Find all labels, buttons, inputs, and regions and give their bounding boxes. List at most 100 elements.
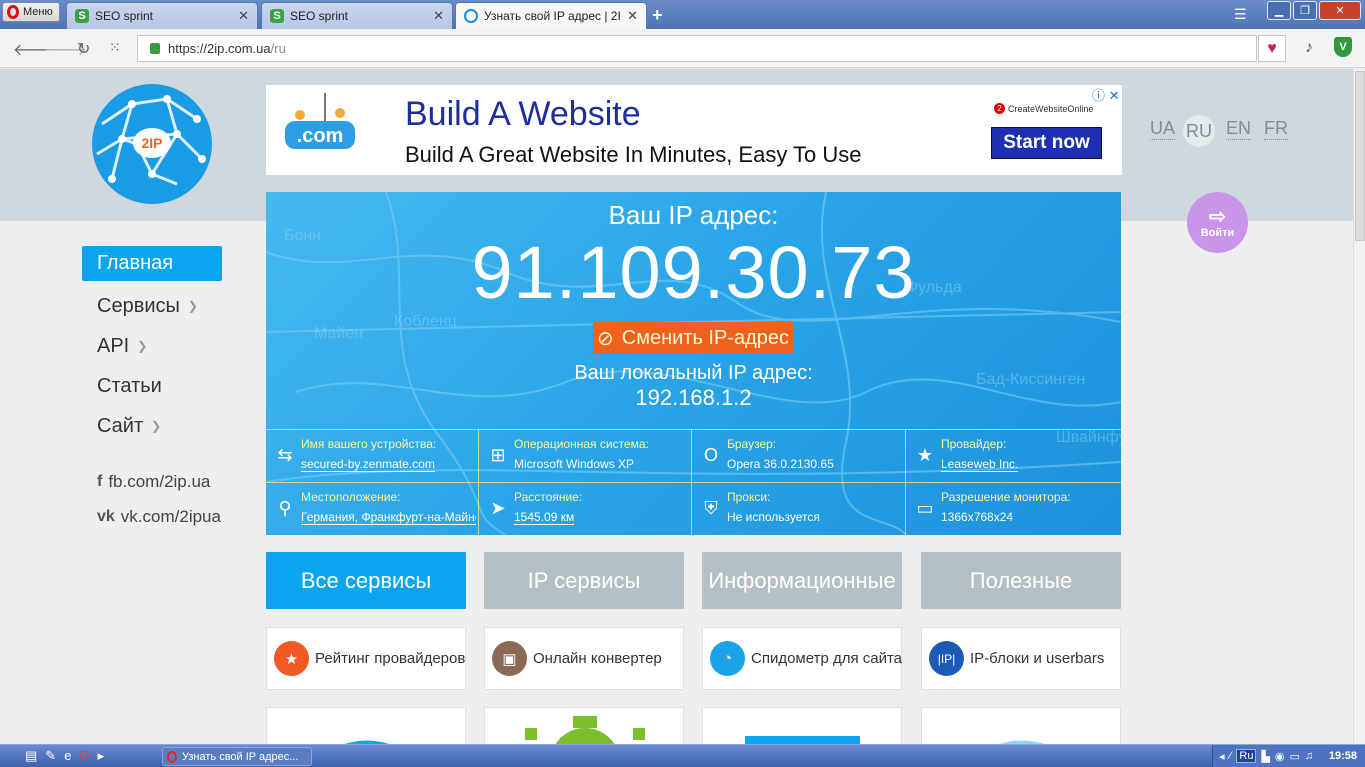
tab-menu-icon[interactable]: ☰ <box>1234 6 1247 23</box>
lang-fr[interactable]: FR <box>1264 118 1288 140</box>
service-card-partial[interactable] <box>484 707 684 744</box>
info-value: Не используется <box>727 510 820 524</box>
info-value: Opera 36.0.2130.65 <box>727 457 834 471</box>
tab-ip-services[interactable]: IP сервисы <box>484 552 684 609</box>
social-label: fb.com/2ip.ua <box>108 471 211 491</box>
close-window-icon[interactable]: ✕ <box>1319 1 1361 20</box>
new-tab-plus-icon[interactable]: + <box>652 5 663 26</box>
reload-icon[interactable]: ↻ <box>77 39 90 59</box>
task-label: Узнать свой IP адрес... <box>182 750 299 763</box>
tab-2ip[interactable]: Узнать свой IP адрес | 2IP.ua ✕ <box>455 2 647 29</box>
info-value[interactable]: Германия, Франкфурт-на-Майне <box>301 510 476 525</box>
tab-seo-sprint-2[interactable]: S SEO sprint ✕ <box>261 2 453 29</box>
ad-subtitle: Build A Great Website In Minutes, Easy T… <box>405 142 862 167</box>
tools-icon[interactable]: ✎ <box>45 748 56 764</box>
info-value[interactable]: secured-by.zenmate.com <box>301 457 435 472</box>
device-icon: ⇆ <box>277 444 293 465</box>
opera-menu-button[interactable]: Меню <box>2 2 60 22</box>
service-label: Спидометр для сайта <box>751 650 903 667</box>
desktop-icon[interactable]: ▤ <box>25 748 37 764</box>
ad-close-icon[interactable]: ⓘ ✕ <box>1092 85 1120 104</box>
nav-api[interactable]: API ❯ <box>82 326 252 366</box>
location-pin-icon: ⚲ <box>278 497 292 518</box>
info-label: Расстояние: <box>514 490 583 504</box>
service-card-converter[interactable]: ▣ Онлайн конвертер <box>484 627 684 690</box>
nav-home[interactable]: Главная <box>82 246 222 281</box>
network-icon[interactable]: ▙ <box>1261 750 1269 763</box>
extension-icon[interactable]: ♪ <box>1305 39 1313 57</box>
tab-useful[interactable]: Полезные <box>921 552 1121 609</box>
minimize-icon[interactable]: ▁ <box>1267 1 1291 20</box>
svg-text:Кобленц: Кобленц <box>394 313 457 330</box>
tab-label: SEO sprint <box>290 9 349 23</box>
service-card-partial[interactable] <box>266 707 466 744</box>
service-thumb <box>344 740 390 744</box>
menu-label: Меню <box>23 6 53 18</box>
opera-taskbar-icon[interactable]: O <box>79 748 89 764</box>
language-indicator[interactable]: Ru <box>1236 749 1257 763</box>
info-device: ⇆ Имя вашего устройства: secured-by.zenm… <box>266 429 479 482</box>
chevron-down-icon: ❯ <box>187 299 198 313</box>
volume-icon[interactable]: ♫ <box>1305 750 1313 762</box>
bookmark-heart-icon[interactable]: ♥ <box>1258 35 1286 62</box>
close-tab-icon[interactable]: ✕ <box>627 8 638 24</box>
lang-en[interactable]: EN <box>1226 118 1252 140</box>
login-button[interactable]: ⇨ Войти <box>1187 192 1248 253</box>
service-card-partial[interactable] <box>702 707 902 744</box>
service-card-partial[interactable] <box>921 707 1121 744</box>
url-path: /ru <box>270 41 286 56</box>
close-tab-icon[interactable]: ✕ <box>238 8 249 24</box>
service-card-ip-blocks[interactable]: |IP| IP-блоки и userbars <box>921 627 1121 690</box>
ad-start-now-button[interactable]: Start now <box>991 127 1102 159</box>
info-label: Операционная система: <box>514 437 649 451</box>
service-card-speedometer[interactable]: ◔ Спидометр для сайта <box>702 627 902 690</box>
scrollbar-thumb[interactable] <box>1355 71 1365 241</box>
nav-articles[interactable]: Статьи <box>82 366 252 406</box>
clock[interactable]: 19:58 <box>1329 750 1357 762</box>
service-card-provider-rating[interactable]: ★ Рейтинг провайдеров <box>266 627 466 690</box>
expand-arrow-icon[interactable]: ▸ <box>98 748 105 764</box>
pen-icon[interactable]: ⁄ <box>1230 750 1232 762</box>
tray-arrow-icon[interactable]: ◂ <box>1219 750 1225 763</box>
facebook-icon: f <box>97 472 103 490</box>
tab-all-services[interactable]: Все сервисы <box>266 552 466 609</box>
facebook-link[interactable]: f fb.com/2ip.ua <box>97 464 221 499</box>
monitor-tray-icon[interactable]: ▭ <box>1290 750 1300 763</box>
nav-label: API <box>97 334 130 357</box>
web-page: 2IP Главная Сервисы ❯ API ❯ Статьи Сайт ❯ f… <box>0 69 1353 744</box>
tab-informational[interactable]: Информационные <box>702 552 902 609</box>
info-label: Провайдер: <box>941 437 1007 451</box>
url-host: https://2ip.com.ua <box>168 41 271 56</box>
vk-icon: vk <box>97 507 115 525</box>
ad-banner[interactable]: .com Build A Website Build A Great Websi… <box>266 85 1122 175</box>
change-ip-button[interactable]: ⊘ Сменить IP-адрес <box>593 322 793 354</box>
vk-link[interactable]: vk vk.com/2ipua <box>97 499 221 534</box>
site-logo[interactable]: 2IP <box>92 84 212 204</box>
info-value[interactable]: 1545.09 км <box>514 510 575 525</box>
lang-ru[interactable]: RU <box>1183 115 1215 147</box>
ip-block-icon: |IP| <box>929 641 964 676</box>
info-value[interactable]: Leaseweb Inc. <box>941 457 1019 472</box>
tab-seo-sprint-1[interactable]: S SEO sprint ✕ <box>66 2 258 29</box>
browser-tab-bar: Меню S SEO sprint ✕ S SEO sprint ✕ Узнат… <box>0 0 1365 29</box>
globe-icon <box>464 9 478 23</box>
change-ip-label: Сменить IP-адрес <box>621 326 790 349</box>
antivirus-icon[interactable]: ◉ <box>1275 750 1285 763</box>
url-field[interactable]: https://2ip.com.ua/ru <box>137 35 1257 62</box>
ie-icon[interactable]: e <box>64 748 71 764</box>
taskbar-opera-task[interactable]: Узнать свой IP адрес... <box>162 747 312 766</box>
nav-services[interactable]: Сервисы ❯ <box>82 286 252 326</box>
info-label: Местоположение: <box>301 490 401 504</box>
monitor-icon: ▭ <box>916 497 934 518</box>
maximize-icon[interactable]: ❐ <box>1293 1 1317 20</box>
service-categories: Все сервисы IP сервисы Информационные По… <box>266 552 1121 609</box>
service-thumb <box>999 740 1045 744</box>
speed-dial-grid-icon[interactable]: ⁙ <box>109 39 121 56</box>
zenmate-shield-icon[interactable]: V <box>1334 37 1352 57</box>
close-tab-icon[interactable]: ✕ <box>433 8 444 24</box>
info-distance: ➤ Расстояние: 1545.09 км <box>479 482 692 535</box>
info-os: ⊞ Операционная система: Microsoft Window… <box>479 429 692 482</box>
page-scrollbar[interactable] <box>1353 69 1365 744</box>
lang-ua[interactable]: UA <box>1150 118 1176 140</box>
nav-site[interactable]: Сайт ❯ <box>82 406 252 446</box>
